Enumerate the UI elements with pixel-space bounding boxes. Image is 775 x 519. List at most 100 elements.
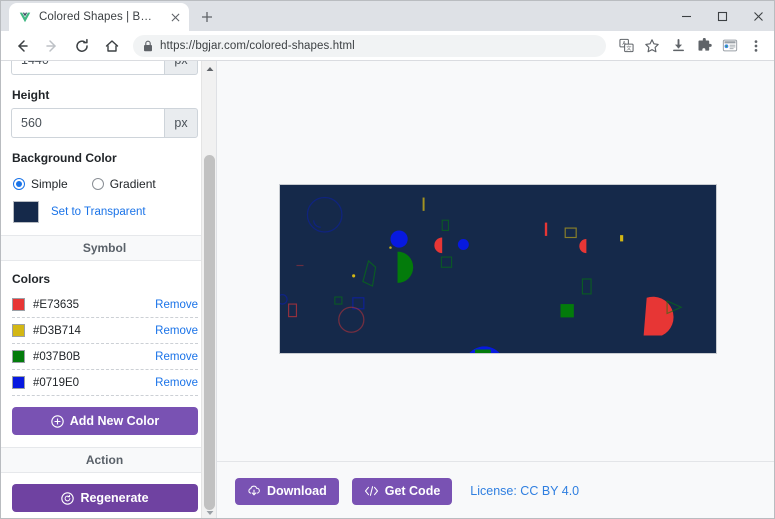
background-type-radio-group: Simple Gradient: [13, 177, 208, 191]
back-arrow-icon: [14, 38, 30, 54]
scrollbar-thumb[interactable]: [204, 155, 215, 510]
regenerate-label: Regenerate: [80, 491, 148, 505]
add-new-color-button[interactable]: Add New Color: [12, 407, 198, 435]
color-swatch[interactable]: [12, 376, 25, 389]
set-transparent-link[interactable]: Set to Transparent: [51, 206, 146, 218]
window-close-icon: [753, 11, 764, 22]
new-tab-button[interactable]: [194, 4, 220, 30]
settings-sidebar: 1440 px Height 560 px Background Color S…: [1, 61, 217, 519]
height-unit-label: px: [164, 108, 198, 138]
window-close-button[interactable]: [740, 1, 775, 31]
toolbar-icons: A 文: [612, 34, 768, 58]
forward-arrow-icon: [44, 38, 60, 54]
refresh-circle-icon: [61, 492, 74, 505]
action-bar: Download Get Code License: CC BY 4.0: [217, 461, 775, 519]
remove-color-link[interactable]: Remove: [155, 325, 198, 337]
cloud-download-icon: [247, 484, 261, 498]
download-button[interactable]: Download: [235, 478, 339, 505]
width-input[interactable]: 1440: [11, 61, 164, 75]
reading-list-button[interactable]: [718, 34, 742, 58]
license-link[interactable]: License: CC BY 4.0: [470, 484, 579, 498]
regenerate-button[interactable]: Regenerate: [12, 484, 198, 512]
color-swatch[interactable]: [12, 298, 25, 311]
downloads-button[interactable]: [666, 34, 690, 58]
background-swatch-row: Set to Transparent: [13, 201, 208, 223]
preview-canvas[interactable]: [279, 184, 717, 354]
remove-color-link[interactable]: Remove: [155, 377, 198, 389]
background-color-label: Background Color: [12, 151, 208, 165]
minimize-button[interactable]: [668, 1, 704, 31]
scroll-down-arrow-icon: [206, 510, 214, 516]
svg-text:文: 文: [626, 44, 632, 52]
browser-menu-button[interactable]: [744, 34, 768, 58]
plus-icon: [201, 11, 213, 23]
remove-color-link[interactable]: Remove: [155, 299, 198, 311]
get-code-label: Get Code: [385, 484, 441, 498]
color-swatch[interactable]: [12, 350, 25, 363]
download-label: Download: [267, 484, 327, 498]
scroll-down-button[interactable]: [202, 505, 217, 519]
get-code-button[interactable]: Get Code: [352, 478, 453, 505]
download-icon: [671, 38, 686, 53]
color-list-item: #D3B714 Remove: [12, 318, 198, 344]
extensions-button[interactable]: [692, 34, 716, 58]
close-icon[interactable]: [167, 9, 183, 25]
symbol-section-header: Symbol: [1, 235, 208, 261]
background-color-swatch[interactable]: [13, 201, 39, 223]
reload-icon: [74, 38, 90, 54]
scroll-up-arrow-icon: [206, 66, 214, 72]
remove-color-link[interactable]: Remove: [155, 351, 198, 363]
maximize-icon: [717, 11, 728, 22]
color-swatch[interactable]: [12, 324, 25, 337]
page-content: 1440 px Height 560 px Background Color S…: [1, 61, 775, 519]
translate-button[interactable]: A 文: [614, 34, 638, 58]
extensions-puzzle-icon: [697, 38, 712, 53]
three-dot-menu-icon: [749, 39, 763, 53]
vue-logo-icon: [18, 10, 32, 24]
translate-icon: A 文: [619, 38, 634, 53]
generated-background-preview: [280, 185, 717, 354]
tab-bar: Colored Shapes | BGJar: [1, 1, 775, 31]
color-hex-value: #D3B714: [33, 325, 155, 337]
window-controls: [668, 1, 775, 31]
tab-title: Colored Shapes | BGJar: [39, 11, 160, 23]
code-brackets-icon: [364, 484, 379, 498]
browser-window: Colored Shapes | BGJar: [0, 0, 775, 519]
width-field-row: 1440 px: [11, 61, 198, 75]
forward-button[interactable]: [39, 33, 65, 59]
radio-gradient-label: Gradient: [110, 177, 156, 191]
home-icon: [104, 38, 120, 54]
reload-button[interactable]: [69, 33, 95, 59]
sidebar-scrollbar[interactable]: [201, 61, 216, 519]
home-button[interactable]: [99, 33, 125, 59]
plus-circle-icon: [51, 415, 64, 428]
colors-label: Colors: [12, 272, 208, 286]
height-label: Height: [12, 88, 208, 102]
scroll-up-button[interactable]: [202, 61, 217, 76]
reading-list-icon: [722, 38, 738, 53]
height-input[interactable]: 560: [11, 108, 164, 138]
add-new-color-label: Add New Color: [70, 414, 160, 428]
bookmark-button[interactable]: [640, 34, 664, 58]
browser-toolbar: https://bgjar.com/colored-shapes.html A …: [1, 31, 775, 61]
url-text: https://bgjar.com/colored-shapes.html: [160, 40, 355, 52]
bookmark-star-icon: [644, 38, 660, 54]
color-list-item: #E73635 Remove: [12, 292, 198, 318]
address-bar[interactable]: https://bgjar.com/colored-shapes.html: [133, 35, 606, 57]
sidebar-scroll-content: 1440 px Height 560 px Background Color S…: [1, 61, 208, 512]
radio-simple[interactable]: [13, 178, 25, 190]
color-hex-value: #E73635: [33, 299, 155, 311]
browser-tab[interactable]: Colored Shapes | BGJar: [9, 3, 189, 31]
color-hex-value: #0719E0: [33, 377, 155, 389]
back-button[interactable]: [9, 33, 35, 59]
minimize-icon: [681, 11, 692, 22]
width-unit-label: px: [164, 61, 198, 75]
color-list-item: #0719E0 Remove: [12, 370, 198, 396]
height-field-row: 560 px: [11, 108, 198, 138]
radio-gradient[interactable]: [92, 178, 104, 190]
color-hex-value: #037B0B: [33, 351, 155, 363]
radio-simple-label: Simple: [31, 177, 68, 191]
maximize-button[interactable]: [704, 1, 740, 31]
action-section-header: Action: [1, 447, 208, 473]
lock-icon: [143, 40, 153, 52]
